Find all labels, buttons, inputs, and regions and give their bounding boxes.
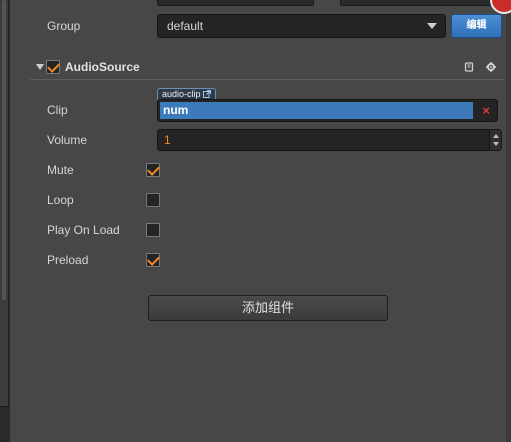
external-link-icon: [203, 90, 212, 98]
component-enabled-checkbox[interactable]: [46, 60, 60, 74]
play-on-load-row: Play On Load: [20, 218, 504, 242]
clip-asset-value[interactable]: num: [160, 102, 473, 119]
group-select[interactable]: default: [157, 14, 446, 38]
upper-select-partial-2[interactable]: [340, 0, 492, 6]
volume-input[interactable]: 1: [157, 129, 502, 151]
volume-value: 1: [164, 133, 171, 147]
play-on-load-label: Play On Load: [47, 223, 120, 237]
group-label: Group: [47, 19, 81, 33]
fold-arrow-icon[interactable]: [36, 64, 44, 70]
decrement-arrow-icon[interactable]: [493, 142, 499, 146]
gear-icon[interactable]: [486, 61, 496, 72]
volume-label: Volume: [47, 133, 88, 147]
left-scrollbar[interactable]: [0, 0, 9, 442]
component-title: AudioSource: [65, 60, 140, 74]
left-rail-footer: [0, 406, 9, 442]
chevron-down-icon: [427, 23, 437, 29]
book-icon[interactable]: [464, 61, 474, 72]
group-select-value: default: [167, 19, 204, 33]
left-scrollbar-thumb[interactable]: [2, 0, 6, 300]
mute-row: Mute: [20, 158, 504, 182]
mute-label: Mute: [47, 163, 74, 177]
add-component-button[interactable]: 添加组件: [148, 295, 388, 321]
loop-label: Loop: [47, 193, 74, 207]
increment-arrow-icon[interactable]: [493, 134, 499, 138]
upper-select-partial[interactable]: [157, 0, 314, 6]
preload-row: Preload: [20, 248, 504, 272]
clip-label: Clip: [47, 103, 68, 117]
loop-row: Loop: [20, 188, 504, 212]
right-edge: [506, 0, 511, 442]
section-divider: [30, 79, 504, 80]
mute-checkbox[interactable]: [146, 163, 160, 177]
inspector-panel: Group default 编辑 AudioSource Clip audio-…: [10, 0, 506, 442]
play-on-load-checkbox[interactable]: [146, 223, 160, 237]
clip-asset-field[interactable]: num ×: [157, 99, 498, 122]
edit-group-button[interactable]: 编辑: [451, 14, 502, 38]
preload-label: Preload: [47, 253, 89, 267]
preload-checkbox[interactable]: [146, 253, 160, 267]
asset-type-label: audio-clip: [162, 89, 201, 99]
volume-spinner[interactable]: [489, 130, 501, 150]
loop-checkbox[interactable]: [146, 193, 160, 207]
audiosource-header[interactable]: AudioSource: [30, 56, 504, 78]
clear-clip-button[interactable]: ×: [482, 102, 490, 119]
